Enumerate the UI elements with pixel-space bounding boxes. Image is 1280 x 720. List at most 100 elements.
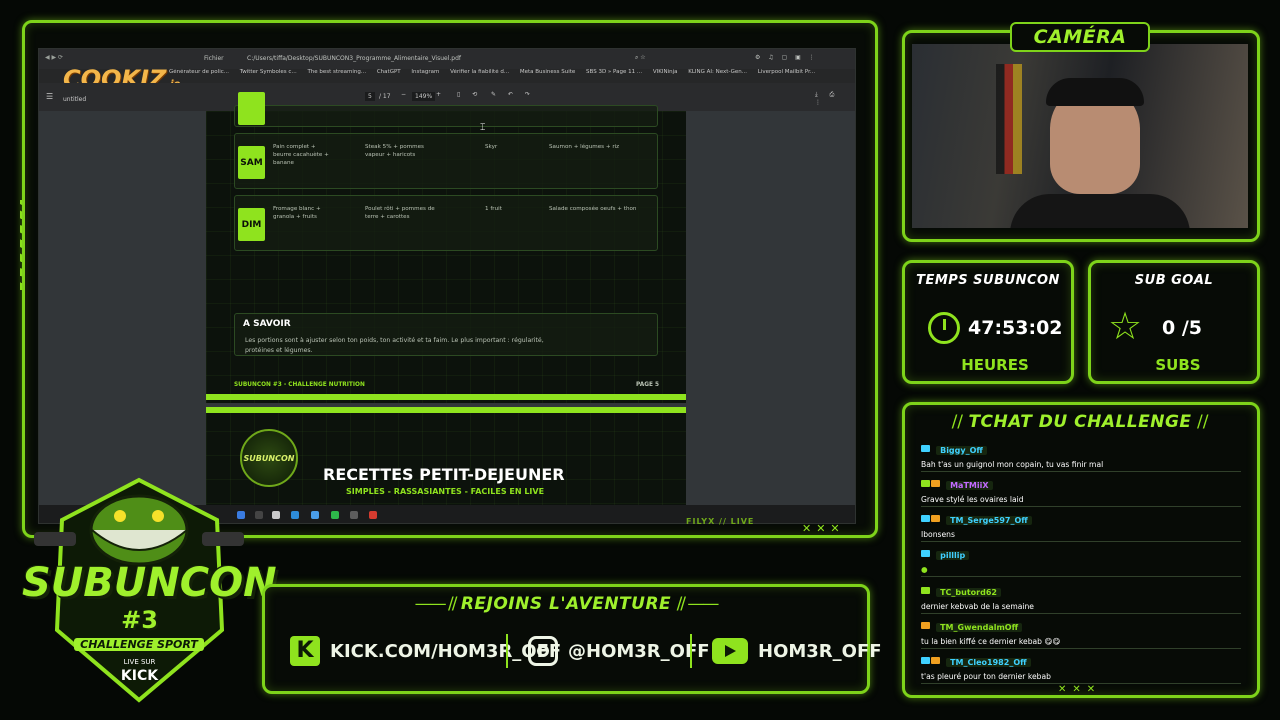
instagram-link[interactable]: @HOM3R_OFF xyxy=(528,630,710,672)
address-input[interactable]: C:/Users/tiffa/Desktop/SUBUNCON3_Program… xyxy=(247,55,667,62)
subgoal-value: 0 /5 xyxy=(1162,317,1202,339)
badge-icon xyxy=(921,657,930,664)
badge-icon xyxy=(931,480,940,487)
app-icon[interactable] xyxy=(350,511,358,519)
bookmark-item[interactable]: Twitter Symboles c... xyxy=(240,69,297,75)
decor-slash-icon: // xyxy=(1196,412,1209,432)
bookmark-item[interactable]: KLING AI: Next-Gen... xyxy=(688,69,747,75)
chrome-icon[interactable] xyxy=(272,511,280,519)
page-footer-left: SUBUNCON #3 - CHALLENGE NUTRITION xyxy=(234,382,365,388)
chat-username[interactable]: TM_Serge597_Off xyxy=(946,516,1032,525)
chat-message: TC_butord62 dernier kebvab de la semaine xyxy=(921,580,1241,614)
subgoal-target: /5 xyxy=(1181,317,1203,339)
webcam-feed xyxy=(912,44,1248,228)
youtube-handle: HOM3R_OFF xyxy=(758,640,882,662)
day-badge: SAM xyxy=(238,146,265,179)
bookmark-item[interactable]: ChatGPT xyxy=(377,69,401,75)
chat-username[interactable]: TC_butord62 xyxy=(936,588,1001,597)
youtube-icon xyxy=(712,638,748,664)
chat-username[interactable]: MaTMiiX xyxy=(946,481,993,490)
badge-icon xyxy=(931,515,940,522)
meal-row: SAM Pain complet + beurre cacahuète + ba… xyxy=(234,133,658,189)
page-footer-bar xyxy=(206,394,686,400)
decor-x-icon: ✕✕✕ xyxy=(1058,684,1102,695)
streamer-cap xyxy=(1046,78,1144,106)
download-print-icon[interactable]: ⤓ ⎙ ⋮ xyxy=(815,91,855,106)
pdf-page: SUBUNCON RECETTES PETIT-DEJEUNER SIMPLES… xyxy=(206,407,686,517)
instagram-handle: @HOM3R_OFF xyxy=(568,640,710,662)
whatsapp-icon[interactable] xyxy=(331,511,339,519)
chat-message: pilllip ● xyxy=(921,543,1241,577)
window-controls-icon[interactable]: ◀ ▶ ⟳ xyxy=(45,54,63,61)
chat-title-row: // TCHAT DU CHALLENGE // xyxy=(930,412,1230,432)
fit-rotate-icon[interactable]: ▯ ⟲ xyxy=(457,91,482,98)
camera-title: CAMÉRA xyxy=(1033,26,1127,48)
chat-message: TM_GwendalmOff tu la bien kiffé ce derni… xyxy=(921,615,1241,649)
app-icon[interactable] xyxy=(311,511,319,519)
info-title: A SAVOIR xyxy=(243,319,291,329)
day-badge: DIM xyxy=(238,208,265,241)
chat-text: Ibonsens xyxy=(921,530,1241,542)
bookmark-item[interactable]: VIKINinja xyxy=(653,69,678,75)
draw-undo-icon[interactable]: ✎ ↶ ↷ xyxy=(491,91,535,98)
app-icon[interactable] xyxy=(369,511,377,519)
watermark-label: FILYX // LIVE xyxy=(686,517,755,526)
screen-capture: ◀ ▶ ⟳ Fichier C:/Users/tiffa/Desktop/SUB… xyxy=(38,48,856,524)
kick-url: KICK.COM/HOM3R_OFF xyxy=(330,640,562,662)
page-number-input[interactable]: 5 xyxy=(365,92,375,101)
star-icon: ☆ xyxy=(1108,304,1143,348)
document-name: untitled xyxy=(63,96,87,103)
chat-text: dernier kebvab de la semaine xyxy=(921,602,1241,614)
kick-icon: K xyxy=(290,636,320,666)
recipes-title: RECETTES PETIT-DEJEUNER xyxy=(323,465,565,484)
chat-username[interactable]: Biggy_Off xyxy=(936,446,987,455)
logo-subtitle: CHALLENGE SPORT xyxy=(74,638,204,651)
meal-row xyxy=(234,92,658,127)
logo-title: SUBUNCON xyxy=(22,560,277,606)
timer-unit: HEURES xyxy=(961,356,1029,374)
chat-message: Biggy_Off Bah t'as un guignol mon copain… xyxy=(921,438,1241,472)
meal-row: DIM Fromage blanc + granola + fruits Pou… xyxy=(234,195,658,251)
zoom-in-icon[interactable]: + xyxy=(436,91,441,98)
subgoal-unit: SUBS xyxy=(1155,356,1201,374)
chat-emote-icon: ● xyxy=(921,565,1241,577)
subgoal-current: 0 xyxy=(1162,317,1176,339)
pdf-page: SAM Pain complet + beurre cacahuète + ba… xyxy=(206,92,686,403)
youtube-link[interactable]: HOM3R_OFF xyxy=(712,630,882,672)
snack-cell: 1 fruit xyxy=(485,206,502,212)
zoom-input[interactable]: 149% xyxy=(412,92,436,101)
bookmark-item[interactable]: Liverpool Mailbit Pr... xyxy=(758,69,815,75)
info-box: A SAVOIR Les portions sont à ajuster sel… xyxy=(234,313,658,356)
zoom-out-icon[interactable]: − xyxy=(401,91,406,98)
badge-icon xyxy=(921,480,930,487)
logo-kick: KICK xyxy=(120,668,159,684)
decor-slash-icon: // xyxy=(951,412,964,432)
chat-username[interactable]: TM_Cleo1982_Off xyxy=(946,658,1031,667)
bookmark-item[interactable]: Instagram xyxy=(411,69,439,75)
stopwatch-icon xyxy=(928,312,960,344)
mouse-cursor-icon: ⌶ xyxy=(480,123,486,133)
logo-live-on: LIVE SUR xyxy=(123,658,156,666)
zoom-icon[interactable]: ⌕ ☆ xyxy=(635,54,646,62)
info-text: Les portions sont à ajuster selon ton po… xyxy=(245,337,544,354)
breakfast-cell: Pain complet + beurre cacahuète + banane xyxy=(273,144,329,166)
dinner-cell: Saumon + légumes + riz xyxy=(549,144,620,150)
app-icon[interactable] xyxy=(291,511,299,519)
bookmark-item[interactable]: SBS 3D » Page 11 ... xyxy=(586,69,642,75)
browser-actions-icon[interactable]: ⚙ ♫ ▢ ▣ ⋮ xyxy=(755,54,818,61)
kick-link[interactable]: K KICK.COM/HOM3R_OFF xyxy=(290,630,561,672)
logo-number: #3 xyxy=(121,606,158,634)
chat-message: MaTMiiX Grave stylé les ovaires laid xyxy=(921,473,1241,507)
chat-username[interactable]: TM_GwendalmOff xyxy=(936,623,1023,632)
join-title-row: —— // REJOINS L'AVENTURE // —— xyxy=(262,594,870,614)
chat-username[interactable]: pilllip xyxy=(936,551,970,560)
flag-decor xyxy=(996,64,1022,174)
menu-icon[interactable]: ☰ xyxy=(46,92,53,101)
divider xyxy=(506,634,508,668)
bookmark-item[interactable]: Vérifier la fiabilité d... xyxy=(450,69,509,75)
chat-message: TM_Serge597_Off Ibonsens xyxy=(921,508,1241,542)
bookmark-item[interactable]: The best streaming... xyxy=(307,69,366,75)
timer-title: TEMPS SUBUNCON xyxy=(916,273,1060,288)
bookmark-item[interactable]: Meta Business Suite xyxy=(520,69,575,75)
join-title: REJOINS L'AVENTURE xyxy=(460,594,672,614)
